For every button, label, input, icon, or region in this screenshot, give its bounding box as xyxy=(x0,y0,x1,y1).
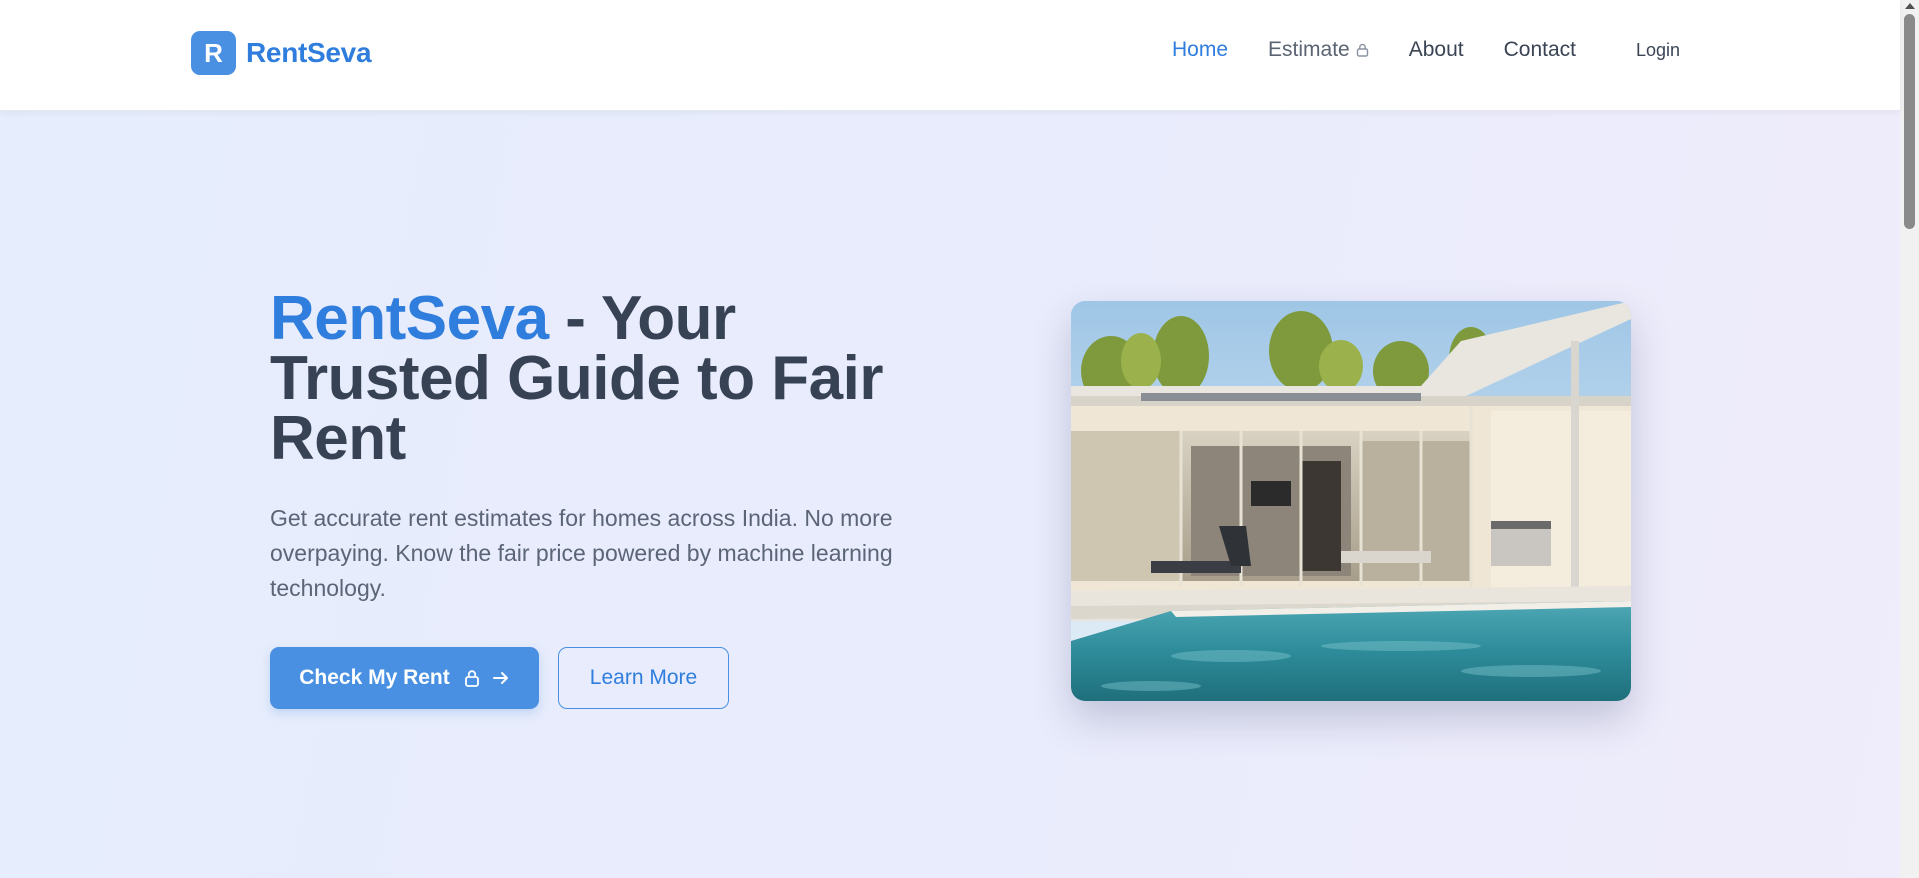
check-my-rent-button[interactable]: Check My Rent xyxy=(270,647,539,709)
nav-estimate[interactable]: Estimate xyxy=(1268,38,1369,62)
lock-icon xyxy=(1356,43,1369,57)
hero-title-brand: RentSeva xyxy=(270,284,549,353)
nav-about[interactable]: About xyxy=(1409,38,1464,62)
scroll-up-arrow-icon[interactable] xyxy=(1905,3,1915,9)
check-my-rent-label: Check My Rent xyxy=(299,666,450,689)
nav-estimate-label: Estimate xyxy=(1268,38,1350,61)
page-scrollbar[interactable] xyxy=(1900,0,1919,878)
page: R RentSeva Home Estimate About Contact L… xyxy=(0,0,1900,878)
login-link[interactable]: Login xyxy=(1636,40,1680,61)
hero-house-image xyxy=(1071,301,1631,701)
hero-section: RentSeva - Your Trusted Guide to Fair Re… xyxy=(0,111,1900,878)
nav-home[interactable]: Home xyxy=(1172,38,1228,62)
site-header: R RentSeva Home Estimate About Contact L… xyxy=(0,0,1900,111)
hero-subtitle: Get accurate rent estimates for homes ac… xyxy=(270,505,893,601)
scrollbar-thumb[interactable] xyxy=(1904,14,1915,229)
arrow-right-icon xyxy=(492,670,510,686)
logo-mark: R xyxy=(191,31,236,75)
nav-contact[interactable]: Contact xyxy=(1504,38,1576,62)
learn-more-button[interactable]: Learn More xyxy=(558,647,729,709)
logo-link[interactable]: R RentSeva xyxy=(191,31,372,75)
lock-icon xyxy=(464,669,480,687)
hero-title: RentSeva - Your Trusted Guide to Fair Re… xyxy=(270,288,950,470)
main-nav: Home Estimate About Contact Login xyxy=(1172,38,1680,62)
logo-text: RentSeva xyxy=(246,37,372,68)
